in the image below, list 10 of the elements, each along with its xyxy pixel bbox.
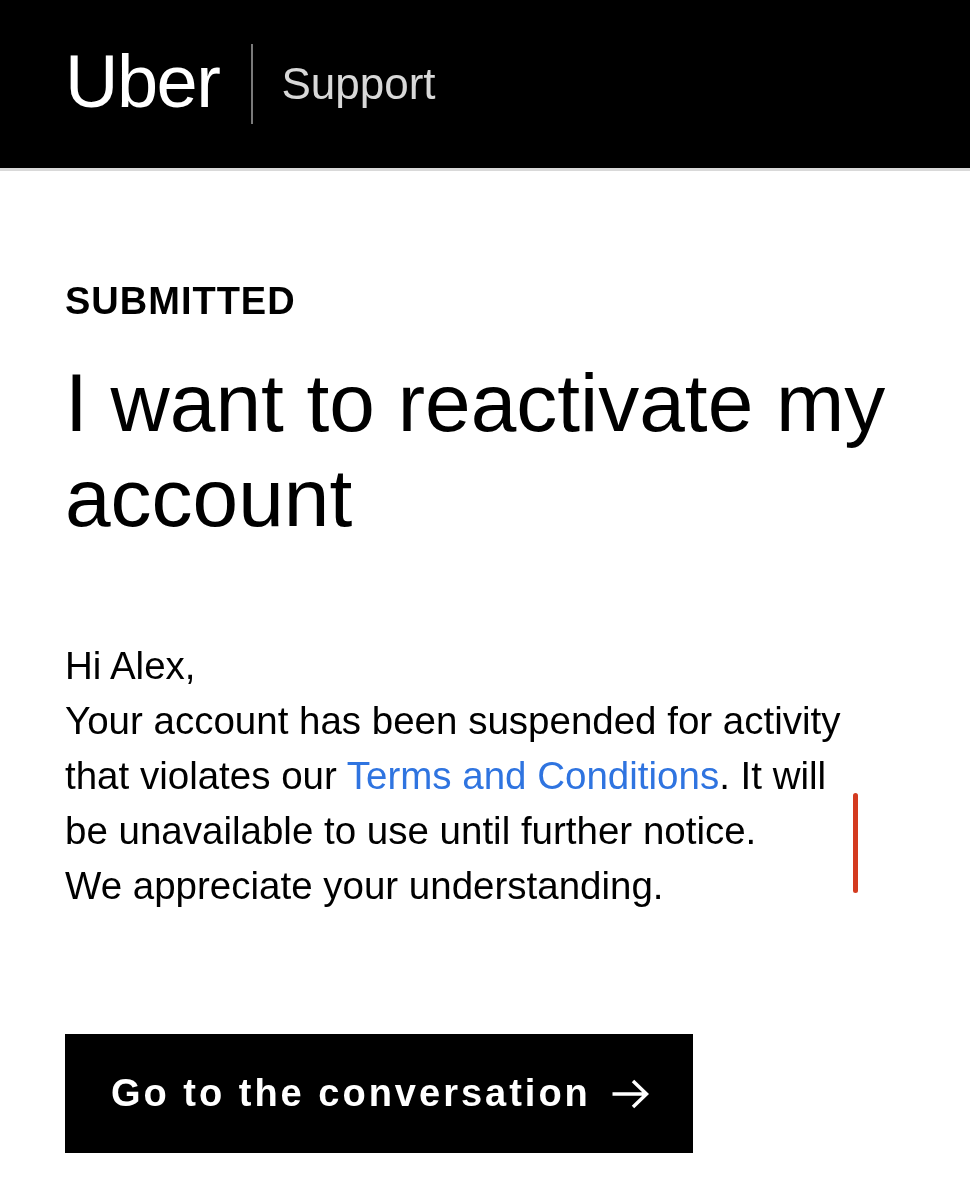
request-title: I want to reactivate my account: [65, 356, 887, 545]
arrow-right-icon: [610, 1078, 649, 1109]
logo-wordmark[interactable]: Uber: [65, 45, 220, 119]
conversation-button[interactable]: Go to the conversation: [65, 1034, 693, 1153]
closing-text: We appreciate your understanding.: [65, 863, 664, 909]
message-body: Your account has been suspended for activity that violates our Terms and Conditions. It will be unavailable to use until further notice.: [65, 698, 842, 854]
greeting-text: Hi Alex,: [65, 643, 196, 689]
status-label: SUBMITTED: [65, 279, 296, 323]
terms-link[interactable]: Terms and Conditions: [346, 754, 720, 797]
section-title: Support: [281, 59, 436, 109]
